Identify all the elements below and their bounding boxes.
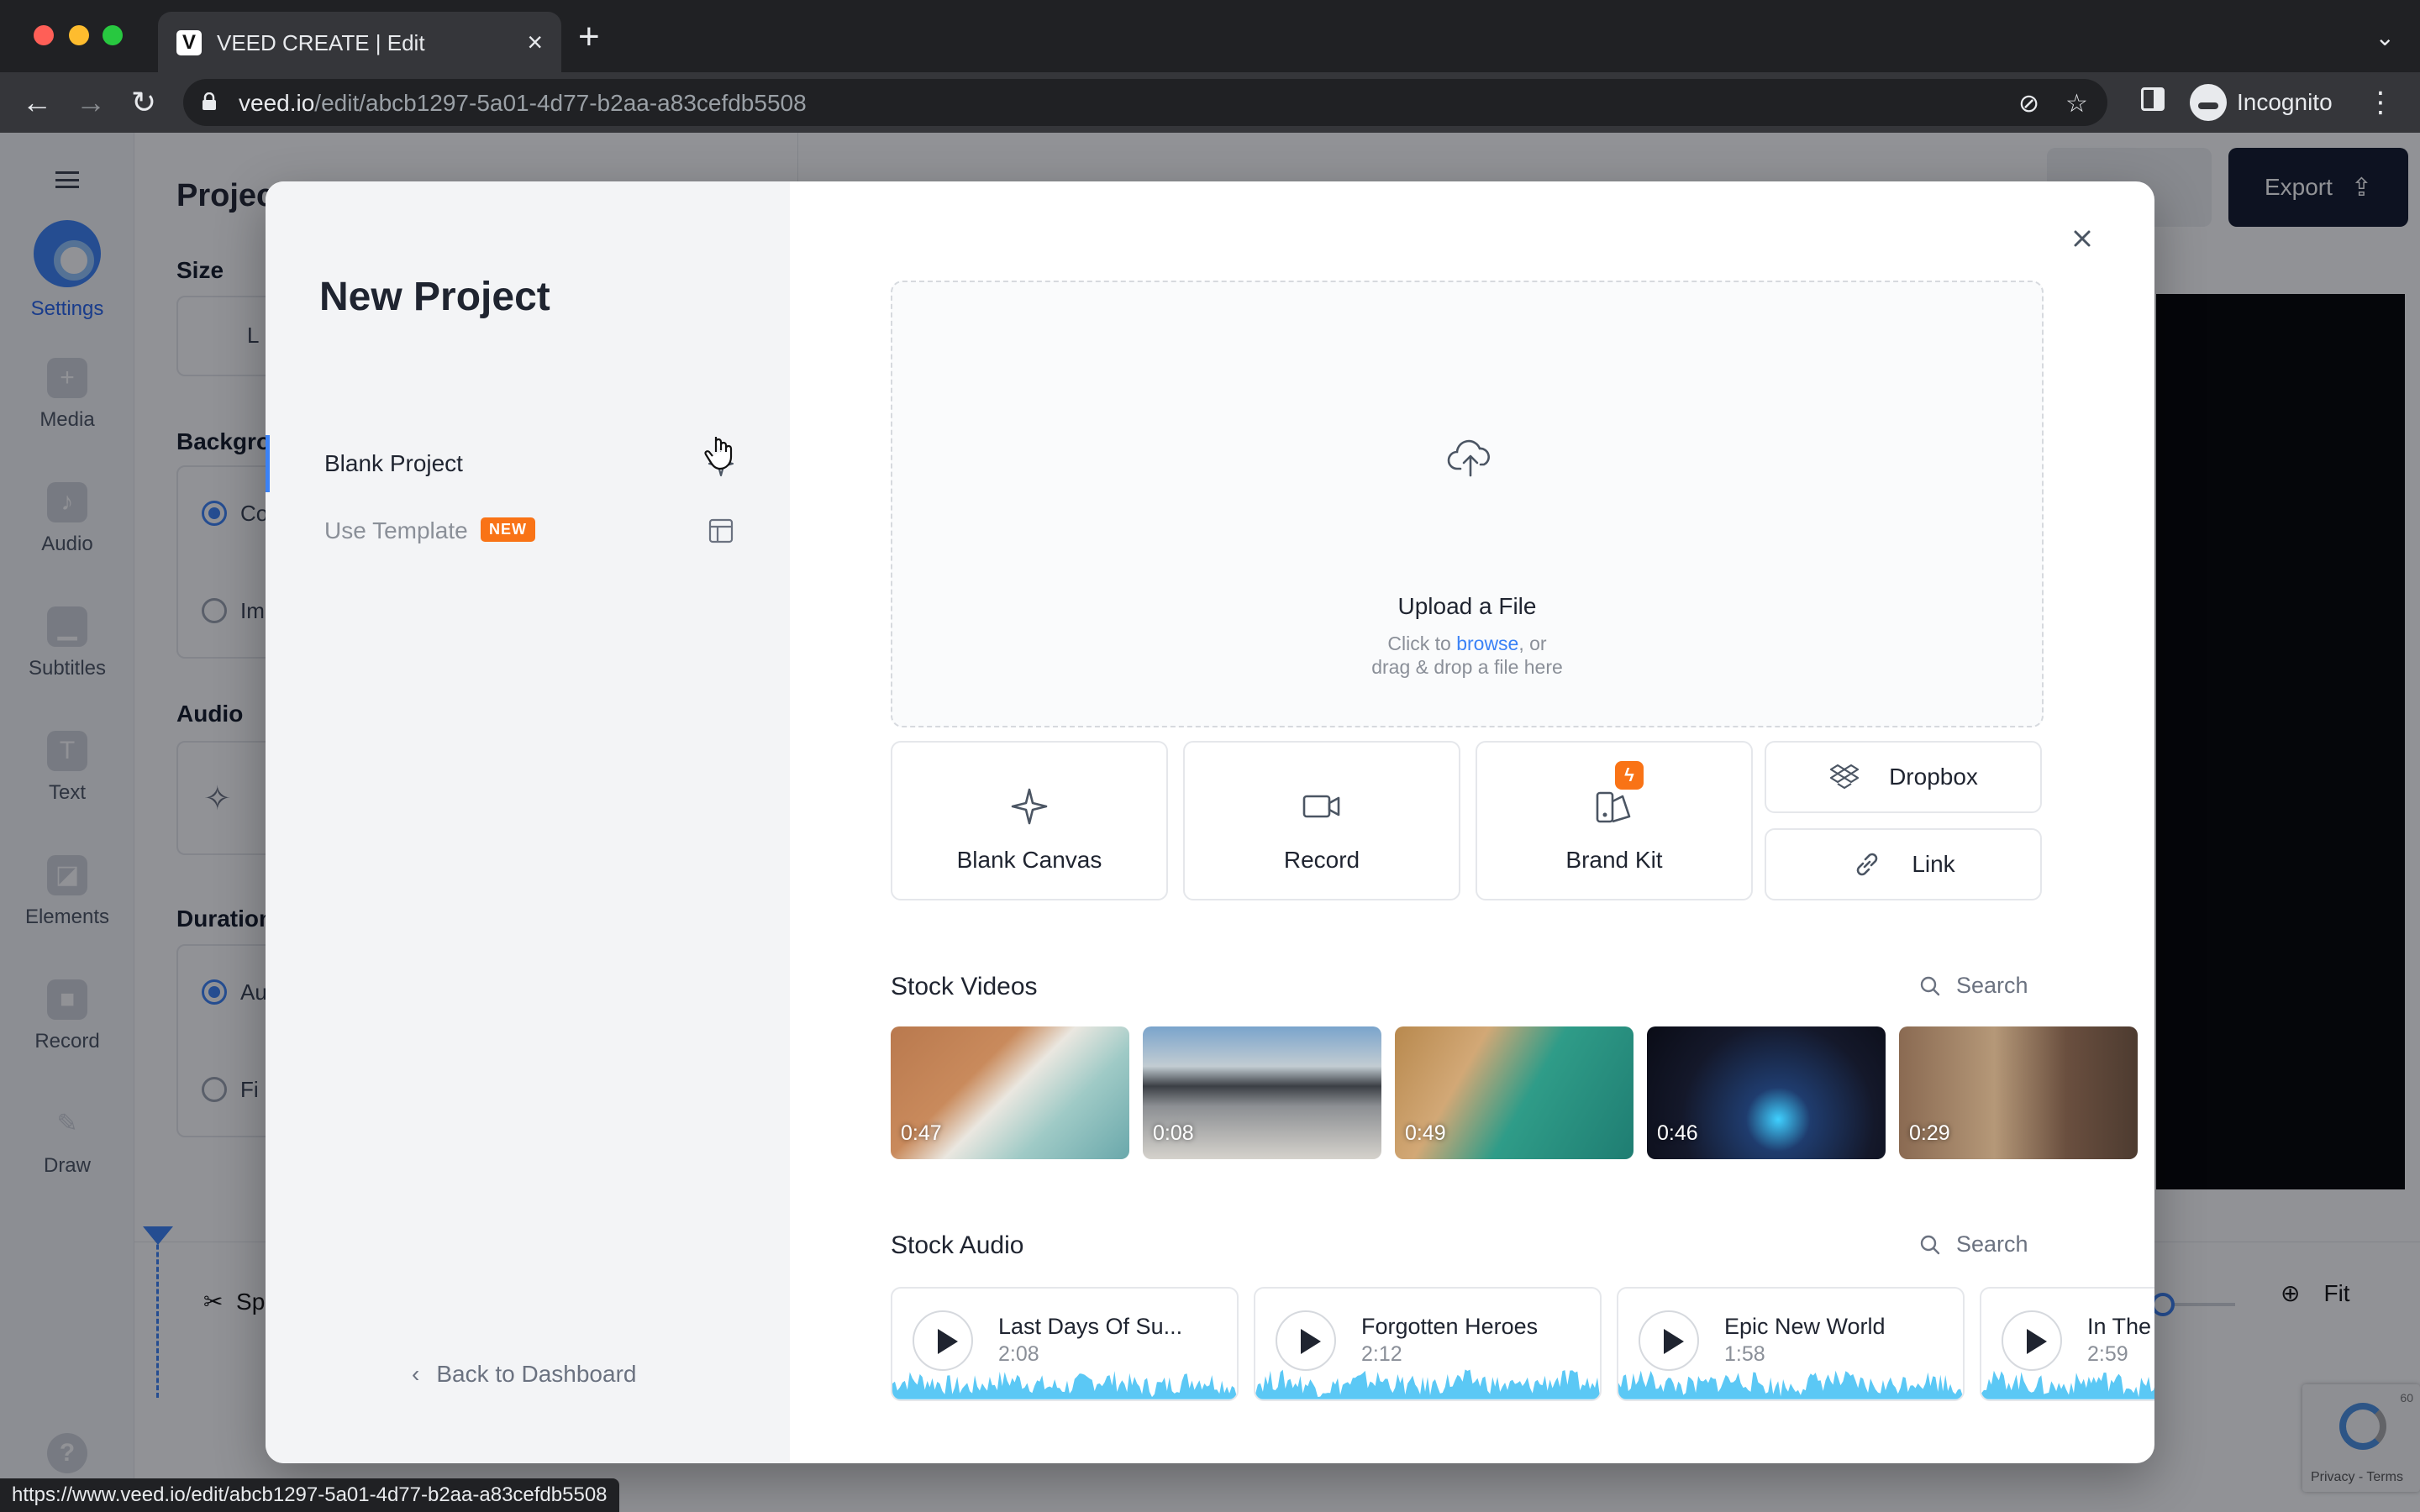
menu-item-use-template[interactable]: Use Template NEW xyxy=(266,502,790,559)
incognito-profile[interactable]: Incognito xyxy=(2190,81,2333,124)
browser-tab-bar: V VEED CREATE | Edit × + ⌄ xyxy=(0,0,2420,72)
upload-instructions: Click to browse, or drag & drop a file h… xyxy=(1371,633,1563,678)
record-tile[interactable]: Record xyxy=(1183,741,1460,900)
back-arrow-icon[interactable]: ← xyxy=(22,86,52,119)
stock-video-thumb[interactable]: 0:46 xyxy=(1647,1026,1886,1159)
browser-tab[interactable]: V VEED CREATE | Edit × xyxy=(158,12,561,72)
play-icon[interactable] xyxy=(1276,1310,1336,1371)
stock-video-thumb[interactable]: 0:29 xyxy=(1899,1026,2138,1159)
dropbox-button[interactable]: Dropbox xyxy=(1765,741,2042,813)
stock-audio-card[interactable]: Last Days Of Su... 2:08 xyxy=(891,1287,1239,1401)
cloud-upload-icon xyxy=(1447,439,1490,477)
tab-search-chevron-icon[interactable]: ⌄ xyxy=(2375,24,2395,51)
play-icon[interactable] xyxy=(1639,1310,1699,1371)
modal-title: New Project xyxy=(319,275,550,319)
upload-dropzone[interactable]: Upload a File Click to browse, or drag &… xyxy=(891,281,2044,727)
waveform-shape xyxy=(1255,1369,1600,1399)
side-panel-icon[interactable] xyxy=(2141,87,2165,111)
forward-arrow-icon[interactable]: → xyxy=(76,86,106,119)
waveform-shape xyxy=(1981,1370,2154,1399)
blank-canvas-tile[interactable]: Blank Canvas xyxy=(891,741,1168,900)
browser-toolbar: ← → ↻ veed.io/edit/abcb1297-5a01-4d77-b2… xyxy=(0,72,2420,133)
hand-cursor-icon xyxy=(704,437,733,470)
stock-audio-card[interactable]: Epic New World 1:58 xyxy=(1617,1287,1965,1401)
stock-video-thumb[interactable]: 0:08 xyxy=(1143,1026,1381,1159)
browser-menu-icon[interactable]: ⋮ xyxy=(2366,86,2395,119)
play-icon[interactable] xyxy=(913,1310,973,1371)
stock-audio-card[interactable]: In The 2:59 xyxy=(1980,1287,2154,1401)
eye-off-icon[interactable]: ⊘ xyxy=(2018,89,2039,118)
lock-icon xyxy=(203,92,216,110)
dropbox-icon xyxy=(1829,764,1860,790)
link-status-bar: https://www.veed.io/edit/abcb1297-5a01-4… xyxy=(0,1478,619,1512)
play-icon[interactable] xyxy=(2002,1310,2062,1371)
upload-title: Upload a File xyxy=(1397,593,1537,619)
search-icon xyxy=(1920,976,1940,995)
chevron-left-icon: ‹ xyxy=(412,1361,420,1387)
modal-sidebar: New Project Blank Project Use Template N… xyxy=(266,181,790,1463)
incognito-icon xyxy=(2190,84,2227,121)
template-icon xyxy=(708,518,734,543)
waveform-shape xyxy=(892,1371,1237,1399)
stock-audio-card[interactable]: Forgotten Heroes 2:12 xyxy=(1254,1287,1602,1401)
sparkle-icon xyxy=(1011,788,1048,825)
link-button[interactable]: Link xyxy=(1765,828,2042,900)
stock-videos-search[interactable]: Search xyxy=(1919,973,2028,999)
window-close-button[interactable] xyxy=(34,25,54,45)
link-icon xyxy=(1857,853,1878,876)
window-zoom-button[interactable] xyxy=(103,25,123,45)
new-project-modal: New Project Blank Project Use Template N… xyxy=(266,181,2154,1463)
veed-favicon-icon: V xyxy=(176,30,202,55)
address-bar[interactable]: veed.io/edit/abcb1297-5a01-4d77-b2aa-a83… xyxy=(183,79,2107,126)
back-to-dashboard-link[interactable]: ‹ Back to Dashboard xyxy=(412,1361,636,1388)
brand-kit-tile[interactable]: ϟ Brand Kit xyxy=(1476,741,1753,900)
stock-audio-title: Stock Audio xyxy=(891,1231,1024,1259)
bolt-icon: ϟ xyxy=(1615,761,1644,790)
camera-icon xyxy=(1302,795,1340,818)
new-tab-icon[interactable]: + xyxy=(578,18,600,55)
waveform-shape xyxy=(1618,1370,1963,1399)
stock-videos-title: Stock Videos xyxy=(891,973,1038,1000)
stock-video-thumb[interactable]: 0:49 xyxy=(1395,1026,1634,1159)
tab-title: VEED CREATE | Edit xyxy=(217,30,425,55)
brand-kit-icon xyxy=(1596,791,1631,823)
browse-link[interactable]: browse xyxy=(1456,633,1518,654)
url-text: veed.io/edit/abcb1297-5a01-4d77-b2aa-a83… xyxy=(239,90,807,116)
search-icon xyxy=(1920,1235,1940,1254)
stock-audio-search[interactable]: Search xyxy=(1919,1231,2028,1257)
window-minimize-button[interactable] xyxy=(69,25,89,45)
new-badge: NEW xyxy=(481,517,535,542)
close-icon[interactable] xyxy=(2064,220,2101,257)
stock-video-thumb[interactable]: 0:47 xyxy=(891,1026,1129,1159)
bookmark-star-icon[interactable]: ☆ xyxy=(2065,89,2088,118)
tab-close-icon[interactable]: × xyxy=(527,27,543,57)
reload-icon[interactable]: ↻ xyxy=(131,86,156,119)
